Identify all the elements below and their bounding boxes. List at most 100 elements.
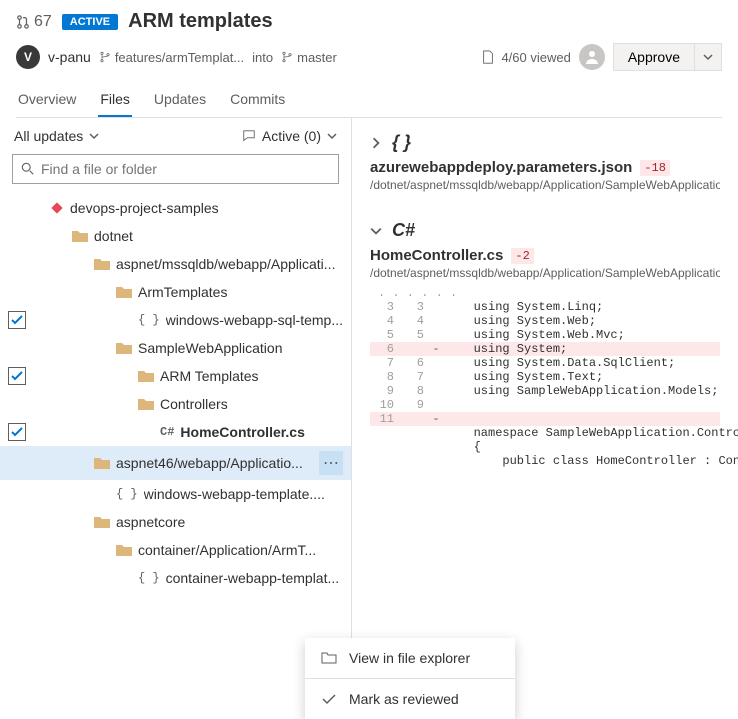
code-line: public class HomeController : Controller [370,454,720,468]
tree-item[interactable]: Controllers [0,390,351,418]
checkbox [8,199,26,217]
folder-icon [94,456,110,470]
tree-item[interactable]: container/Application/ArmT... [0,536,351,564]
folder-icon [116,341,132,355]
author-avatar[interactable]: V [16,45,40,69]
checkbox [8,485,26,503]
chevron-right-icon[interactable] [370,137,382,149]
author-name[interactable]: v-panu [48,49,91,65]
json-icon: { } [138,313,160,327]
code-line: namespace SampleWebApplication.Controlle… [370,426,720,440]
file-path: /dotnet/aspnet/mssqldb/webapp/Applicatio… [370,178,720,192]
chevron-down-icon [89,131,99,141]
pr-number: 67 [34,13,52,31]
checkbox [8,541,26,559]
search-input[interactable] [12,154,339,184]
tree-label: aspnetcore [116,514,343,530]
file-path: /dotnet/aspnet/mssqldb/webapp/Applicatio… [370,266,720,280]
tree-label: container/Application/ArmT... [138,542,343,558]
folder-icon [116,285,132,299]
context-menu: View in file explorer Mark as reviewed [305,638,515,719]
tree-item[interactable]: { }windows-webapp-template.... [0,480,351,508]
checkbox [8,339,26,357]
tree-label: ArmTemplates [138,284,343,300]
pr-title: ARM templates [128,10,272,33]
tree-label: devops-project-samples [70,200,343,216]
source-branch[interactable]: features/armTemplat... [115,50,244,65]
code-line: 6- using System; [370,342,720,356]
code-line: { [370,440,720,454]
tree-item[interactable]: aspnetcore [0,508,351,536]
chevron-down-icon [703,52,713,62]
tab-updates[interactable]: Updates [152,83,208,117]
tree-item[interactable]: aspnet/mssqldb/webapp/Applicati... [0,250,351,278]
view-in-explorer[interactable]: View in file explorer [305,638,515,679]
file-type-icon: C# [392,220,415,241]
checkbox [8,395,26,413]
tab-overview[interactable]: Overview [16,83,78,117]
checkbox[interactable] [8,423,26,441]
tree-item[interactable]: C# HomeController.cs [0,418,351,446]
tree-item[interactable]: devops-project-samples [0,194,351,222]
folder-icon [116,543,132,557]
code-line: 11- [370,412,720,426]
tree-item[interactable]: ARM Templates [0,362,351,390]
more-button[interactable]: ⋯ [319,451,343,475]
chevron-down-icon[interactable] [370,225,382,237]
checkbox [8,255,26,273]
folder-icon [138,369,154,383]
checkmark-icon [321,691,337,707]
approve-dropdown[interactable] [695,43,722,71]
target-branch[interactable]: master [297,50,337,65]
tree-label: container-webapp-templat... [166,570,343,586]
tree-item[interactable]: ArmTemplates [0,278,351,306]
code-line: 76 using System.Data.SqlClient; [370,356,720,370]
comments-filter[interactable]: Active (0) [242,128,337,144]
checkbox [8,454,26,472]
code-line: 98 using SampleWebApplication.Models; [370,384,720,398]
code-line: 44 using System.Web; [370,314,720,328]
checkbox[interactable] [8,311,26,329]
code-line: 55 using System.Web.Mvc; [370,328,720,342]
checkbox [8,283,26,301]
folder-icon [138,397,154,411]
folder-icon [94,515,110,529]
tree-label: aspnet46/webapp/Applicatio... [116,455,313,471]
branch-icon [99,51,111,63]
tree-label: dotnet [94,228,343,244]
checkbox[interactable] [8,367,26,385]
diff-badge: -18 [640,160,670,176]
tree-item[interactable]: SampleWebApplication [0,334,351,362]
tree-label: SampleWebApplication [138,340,343,356]
tree-item[interactable]: aspnet46/webapp/Applicatio... ⋯ [0,446,351,480]
tree-label: windows-webapp-sql-temp... [166,312,343,328]
json-icon: { } [116,487,138,501]
user-icon[interactable] [579,44,605,70]
file-name[interactable]: azurewebappdeploy.parameters.json [370,159,632,176]
checkbox [8,569,26,587]
updates-filter[interactable]: All updates [14,128,99,144]
tree-item[interactable]: { } windows-webapp-sql-temp... [0,306,351,334]
tree-label: Controllers [160,396,343,412]
pull-request-icon [16,15,30,29]
into-label: into [252,50,273,65]
tree-label: HomeController.cs [180,424,343,440]
viewed-counter: 4/60 viewed [481,50,570,65]
file-name[interactable]: HomeController.cs [370,247,503,264]
comment-icon [242,129,256,143]
tab-files[interactable]: Files [98,83,132,117]
tree-item[interactable]: { } container-webapp-templat... [0,564,351,592]
tab-commits[interactable]: Commits [228,83,287,117]
json-icon: { } [138,571,160,585]
approve-button[interactable]: Approve [613,43,695,71]
checkbox [8,513,26,531]
checkbox [8,227,26,245]
tree-item[interactable]: dotnet [0,222,351,250]
folder-icon [321,650,337,666]
mark-reviewed[interactable]: Mark as reviewed [305,679,515,719]
branch-icon [281,51,293,63]
csharp-icon: C# [160,425,174,439]
folder-icon [94,257,110,271]
repo-icon [50,201,64,215]
tree-label: ARM Templates [160,368,343,384]
